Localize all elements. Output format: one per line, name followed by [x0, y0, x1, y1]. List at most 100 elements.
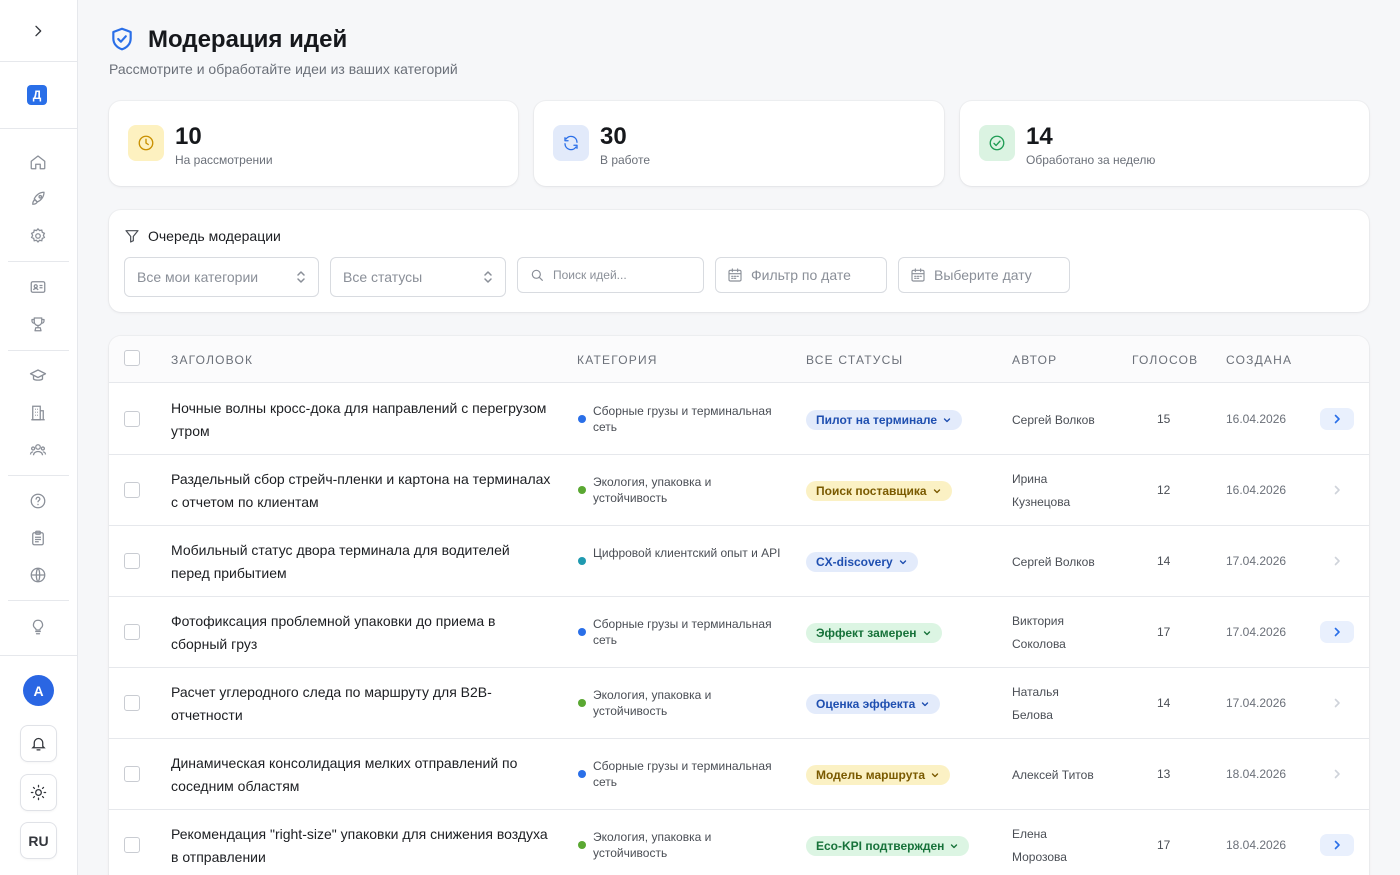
users-icon[interactable] [27, 439, 49, 461]
table-row[interactable]: Рекомендация "right-size" упаковки для с… [109, 810, 1369, 875]
theme-toggle-button[interactable] [20, 774, 57, 811]
chevron-down-icon [949, 841, 959, 851]
category-color-dot [578, 699, 586, 707]
graduation-cap-icon[interactable] [27, 365, 49, 387]
category-color-dot [578, 557, 586, 565]
stat-value: 14 [1026, 123, 1053, 150]
page-title: Модерация идей [148, 26, 348, 53]
divider [0, 61, 77, 62]
search-input[interactable]: Поиск идей... [517, 257, 704, 293]
idea-votes: 12 [1157, 483, 1171, 497]
column-header-status[interactable]: Все статусы [806, 353, 903, 367]
idea-title[interactable]: Ночные волны кросс-дока для направлений … [171, 397, 551, 443]
idea-title[interactable]: Расчет углеродного следа по маршруту для… [171, 681, 551, 727]
column-header-votes[interactable]: Голосов [1132, 353, 1198, 367]
status-dropdown[interactable]: Модель маршрута [806, 765, 951, 785]
sidebar: Д А RU [0, 0, 78, 875]
chevron-right-icon [1331, 839, 1343, 851]
stat-card-processed: 14 Обработано за неделю [960, 101, 1369, 186]
row-checkbox[interactable] [124, 624, 140, 640]
status-dropdown[interactable]: Eco-KPI подтвержден [806, 836, 970, 856]
idea-votes: 14 [1157, 554, 1171, 568]
idea-author: Виктория Соколова [1012, 610, 1122, 656]
trophy-icon[interactable] [27, 313, 49, 335]
table-row[interactable]: Динамическая консолидация мелких отправл… [109, 739, 1369, 810]
id-card-icon[interactable] [27, 276, 49, 298]
help-icon[interactable] [27, 490, 49, 512]
notifications-button[interactable] [20, 725, 57, 762]
page-subtitle: Рассмотрите и обработайте идеи из ваших … [109, 61, 458, 77]
chevron-right-icon [1331, 484, 1343, 496]
idea-title[interactable]: Фотофиксация проблемной упаковки до прие… [171, 610, 551, 656]
row-checkbox[interactable] [124, 482, 140, 498]
calendar-icon [910, 267, 926, 283]
home-icon[interactable] [27, 151, 49, 173]
table-row[interactable]: Раздельный сбор стрейч-пленки и картона … [109, 455, 1369, 526]
open-idea-button[interactable] [1320, 550, 1354, 572]
row-checkbox[interactable] [124, 553, 140, 569]
category-color-dot [578, 486, 586, 494]
open-idea-button[interactable] [1320, 834, 1354, 856]
idea-category: Экология, упаковка и устойчивость [593, 688, 712, 718]
idea-title[interactable]: Мобильный статус двора терминала для вод… [171, 539, 551, 585]
status-select[interactable]: Все статусы [330, 257, 506, 297]
settings-icon[interactable] [27, 225, 49, 247]
status-label: Модель маршрута [816, 768, 926, 782]
rocket-icon[interactable] [27, 188, 49, 210]
status-label: CX-discovery [816, 555, 893, 569]
date-filter-button[interactable]: Фильтр по дате [715, 257, 887, 293]
row-checkbox[interactable] [124, 837, 140, 853]
category-select[interactable]: Все мои категории [124, 257, 319, 297]
table-row[interactable]: Мобильный статус двора терминала для вод… [109, 526, 1369, 597]
open-idea-button[interactable] [1320, 763, 1354, 785]
column-header-created[interactable]: Создана [1226, 353, 1292, 367]
search-icon [529, 267, 545, 283]
globe-icon[interactable] [27, 564, 49, 586]
status-dropdown[interactable]: Пилот на терминале [806, 410, 963, 430]
clock-icon [128, 125, 164, 161]
idea-votes: 17 [1157, 838, 1171, 852]
status-dropdown[interactable]: Поиск поставщика [806, 481, 952, 501]
open-idea-button[interactable] [1320, 479, 1354, 501]
open-idea-button[interactable] [1320, 692, 1354, 714]
language-button[interactable]: RU [20, 822, 57, 859]
row-checkbox[interactable] [124, 411, 140, 427]
table-row[interactable]: Фотофиксация проблемной упаковки до прие… [109, 597, 1369, 668]
idea-title[interactable]: Динамическая консолидация мелких отправл… [171, 752, 551, 798]
table-row[interactable]: Ночные волны кросс-дока для направлений … [109, 384, 1369, 455]
workspace-badge[interactable]: Д [27, 85, 47, 105]
expand-sidebar-icon[interactable] [27, 20, 49, 42]
status-dropdown[interactable]: CX-discovery [806, 552, 918, 572]
idea-title[interactable]: Раздельный сбор стрейч-пленки и картона … [171, 468, 551, 514]
idea-created-date: 18.04.2026 [1226, 767, 1287, 781]
idea-title[interactable]: Рекомендация "right-size" упаковки для с… [171, 823, 551, 869]
idea-votes: 17 [1157, 625, 1171, 639]
row-checkbox[interactable] [124, 695, 140, 711]
idea-category: Сборные грузы и терминальная сеть [593, 759, 772, 789]
table-row[interactable]: Расчет углеродного следа по маршруту для… [109, 668, 1369, 739]
filters-title: Очередь модерации [148, 228, 281, 244]
author-name-line: Виктория [1012, 614, 1065, 628]
chevron-right-icon [1331, 555, 1343, 567]
open-idea-button[interactable] [1320, 408, 1354, 430]
status-dropdown[interactable]: Эффект замерен [806, 623, 942, 643]
status-dropdown[interactable]: Оценка эффекта [806, 694, 941, 714]
open-idea-button[interactable] [1320, 621, 1354, 643]
row-checkbox[interactable] [124, 766, 140, 782]
building-icon[interactable] [27, 402, 49, 424]
author-name-line: Сергей Волков [1012, 555, 1095, 569]
date-picker[interactable]: Выберите дату [898, 257, 1070, 293]
stat-card-pending: 10 На рассмотрении [109, 101, 518, 186]
column-header-author[interactable]: Автор [1012, 353, 1057, 367]
column-header-title[interactable]: Заголовок [171, 353, 253, 367]
divider [0, 655, 77, 656]
status-select-value: Все статусы [343, 269, 423, 285]
select-all-checkbox[interactable] [124, 350, 140, 366]
idea-created-date: 18.04.2026 [1226, 838, 1287, 852]
lightbulb-icon[interactable] [27, 616, 49, 638]
clipboard-icon[interactable] [27, 527, 49, 549]
avatar[interactable]: А [23, 675, 54, 706]
column-header-category[interactable]: Категория [577, 353, 658, 367]
category-color-dot [578, 628, 586, 636]
author-name-line: Ирина [1012, 472, 1048, 486]
